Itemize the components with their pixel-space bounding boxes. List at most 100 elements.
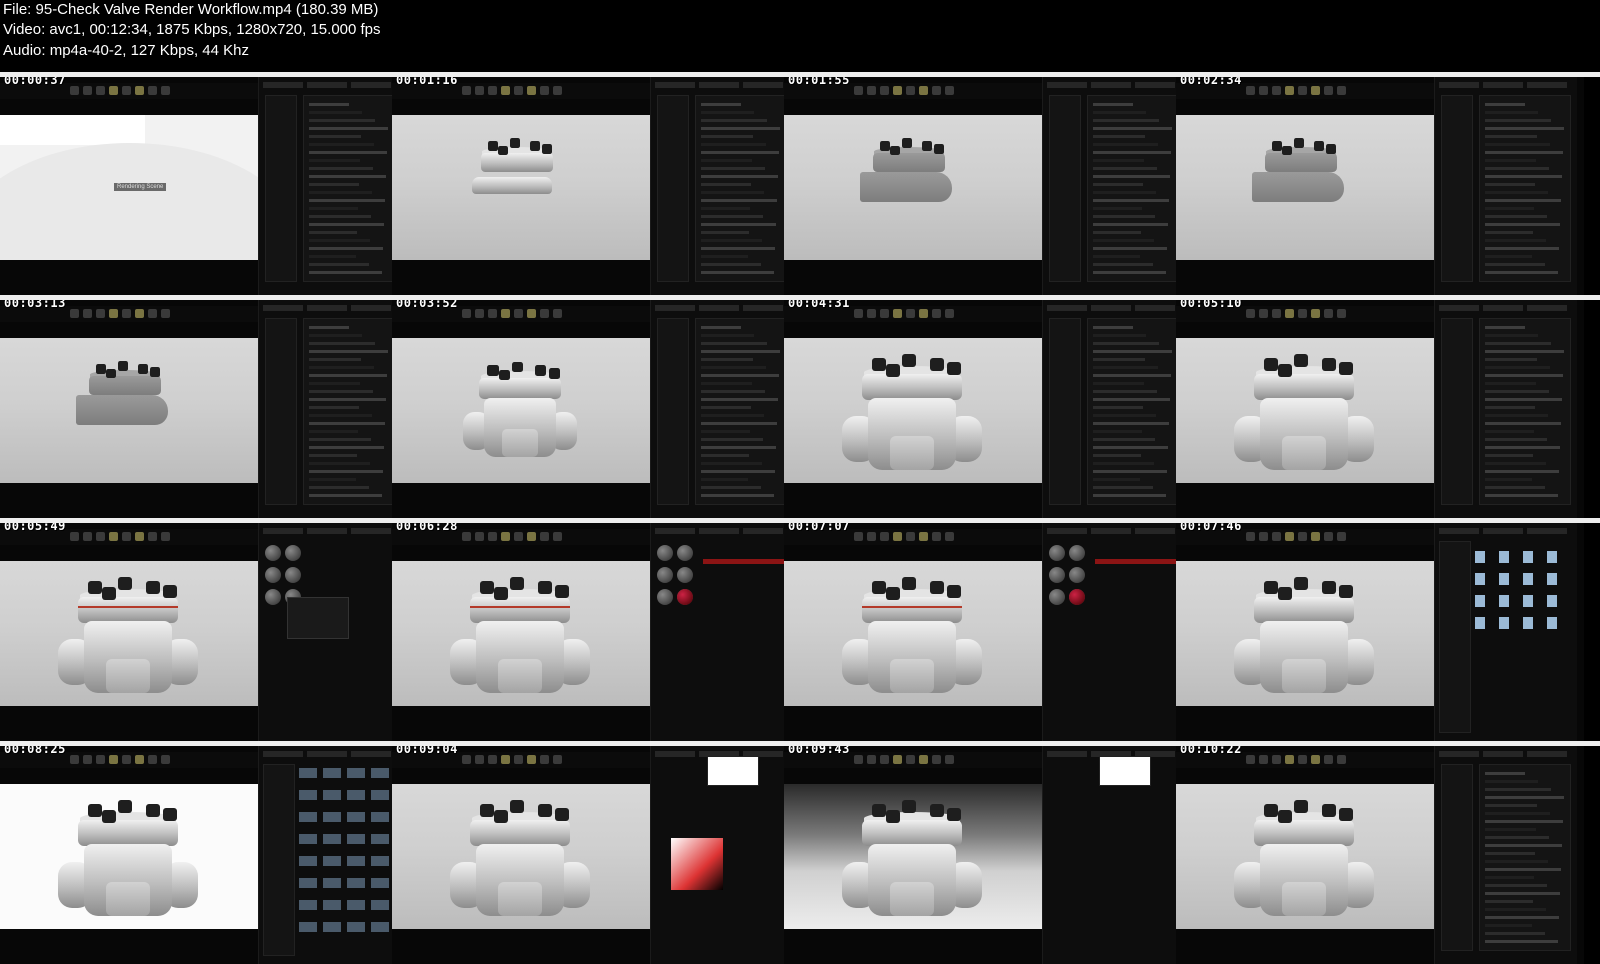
valve-bolt — [150, 367, 161, 377]
thumbnail-timestamp: 00:03:13 — [4, 300, 66, 310]
property-row — [1485, 884, 1547, 887]
valve-flange — [470, 597, 570, 623]
library-file-icon — [1475, 551, 1485, 563]
valve-hex-boss — [1282, 436, 1326, 470]
property-row — [309, 454, 357, 457]
scene-tree — [1049, 318, 1081, 505]
property-row — [701, 406, 751, 409]
material-swatch — [285, 567, 301, 583]
library-file-icon — [1523, 617, 1533, 629]
valve-bolt — [163, 585, 177, 598]
toolbar-icon — [161, 309, 170, 318]
panel-tab — [1091, 528, 1131, 534]
material-swatch — [265, 589, 281, 605]
library-file-icon — [1547, 573, 1557, 585]
toolbar-icon — [109, 86, 118, 95]
valve-model — [842, 352, 982, 482]
toolbar-icon — [462, 309, 471, 318]
valve-flange — [862, 820, 962, 846]
property-row — [1485, 438, 1547, 441]
valve-bolt — [538, 581, 552, 594]
thumbnail-grid: 00:00:37 Rendering Scene 00:01:16 00:01:55 0… — [0, 72, 1600, 964]
valve-base — [1252, 171, 1345, 202]
property-row — [309, 231, 357, 234]
material-swatch — [657, 589, 673, 605]
toolbar-icon — [1272, 532, 1281, 541]
scene-tree — [657, 318, 689, 505]
loading-badge: Rendering Scene — [114, 183, 167, 191]
property-row — [1093, 478, 1140, 481]
toolbar-icon — [854, 309, 863, 318]
audio-info: Audio: mp4a-40-2, 127 Kbps, 44 Khz — [3, 42, 249, 59]
environment-thumb — [299, 856, 317, 866]
panel-tab — [1483, 528, 1523, 534]
toolbar-icon — [1259, 532, 1268, 541]
toolbar-icon — [122, 755, 131, 764]
property-row — [1093, 382, 1144, 385]
toolbar-icon — [919, 532, 928, 541]
valve-bolt — [934, 144, 945, 154]
toolbar-icon — [540, 86, 549, 95]
toolbar-icon — [854, 755, 863, 764]
render-viewport — [1176, 784, 1434, 929]
thumbnail-timestamp: 00:07:46 — [1180, 523, 1242, 533]
valve-flange — [872, 152, 945, 172]
valve-model — [859, 137, 960, 231]
toolbar-icon — [122, 532, 131, 541]
thumbnail-timestamp: 00:05:49 — [4, 523, 66, 533]
toolbar-icon — [1246, 532, 1255, 541]
hdri-preview — [1099, 756, 1151, 786]
property-row — [1093, 271, 1166, 274]
property-row — [701, 263, 761, 266]
scene-tree — [265, 95, 297, 282]
valve-flange — [478, 378, 561, 400]
property-row — [309, 167, 373, 170]
property-row — [1485, 342, 1551, 345]
property-row — [701, 382, 752, 385]
toolbar-icon — [475, 755, 484, 764]
toolbar-icon — [135, 755, 144, 764]
property-row — [309, 159, 360, 162]
property-row — [701, 486, 761, 489]
valve-hex-boss — [890, 659, 934, 693]
property-row — [701, 119, 767, 122]
toolbar-icon — [854, 86, 863, 95]
property-row — [1485, 908, 1546, 911]
property-row — [1485, 414, 1548, 417]
property-row — [701, 175, 778, 178]
property-row — [1485, 151, 1563, 154]
valve-bolt — [1272, 141, 1283, 151]
toolbar-icon — [880, 755, 889, 764]
property-row — [309, 255, 356, 258]
property-row — [309, 239, 370, 242]
valve-hex-boss — [498, 882, 542, 916]
property-row — [1093, 462, 1154, 465]
valve-red-seam — [470, 606, 570, 608]
property-row — [1485, 358, 1537, 361]
environment-thumb — [347, 790, 365, 800]
valve-bolt — [890, 145, 901, 155]
valve-bolt — [947, 808, 961, 821]
property-row — [1093, 406, 1143, 409]
toolbar-icon — [83, 755, 92, 764]
property-row — [1093, 374, 1171, 377]
valve-bolt — [902, 354, 916, 367]
toolbar-icon — [945, 86, 954, 95]
material-swatch — [657, 545, 673, 561]
thumbnail-timestamp: 00:02:34 — [1180, 77, 1242, 87]
toolbar-icon — [867, 755, 876, 764]
toolbar-icon — [1324, 532, 1333, 541]
toolbar-icon — [1337, 755, 1346, 764]
toolbar-icon — [135, 532, 144, 541]
valve-flange — [1254, 374, 1354, 400]
toolbar-icon — [514, 755, 523, 764]
panel-tab — [351, 528, 391, 534]
valve-bolt — [106, 368, 117, 378]
property-row — [701, 374, 779, 377]
video-thumbnail: 00:07:46 — [1176, 523, 1584, 741]
material-swatch — [1049, 567, 1065, 583]
toolbar-icon — [148, 86, 157, 95]
valve-red-seam — [862, 606, 962, 608]
valve-bolt — [902, 577, 916, 590]
contact-sheet-header: File: 95-Check Valve Render Workflow.mp4… — [0, 0, 1600, 72]
